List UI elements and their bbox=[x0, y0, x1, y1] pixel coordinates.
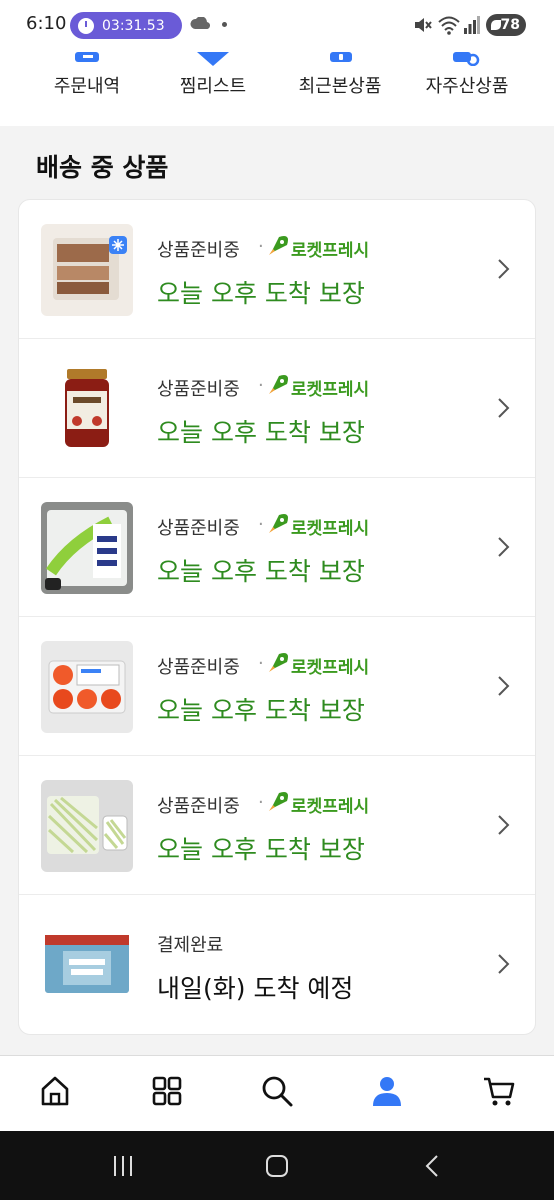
delivery-item-row[interactable]: 상품준비중 · 로켓프레시 오늘 오후 도착 보장 bbox=[19, 339, 535, 478]
system-nav-bar bbox=[0, 1131, 554, 1200]
notification-dot-icon bbox=[222, 22, 227, 27]
my-page-icon[interactable] bbox=[370, 1074, 404, 1108]
protein-bar-image bbox=[53, 236, 127, 300]
rocket-fresh-badge: 로켓프레시 bbox=[291, 658, 370, 678]
tofu-pack-image bbox=[45, 510, 127, 590]
section-title: 배송 중 상품 bbox=[36, 153, 169, 182]
quick-menu-label: 최근본상품 bbox=[298, 76, 382, 97]
product-thumbnail bbox=[41, 919, 133, 1011]
receipt-icon bbox=[75, 52, 99, 62]
quick-menu-label: 주문내역 bbox=[53, 76, 121, 97]
timer-pill[interactable]: 03:31.53 bbox=[70, 12, 182, 39]
rocket-icon bbox=[269, 792, 288, 811]
status-bar: 6:10 03:31.53 78 bbox=[0, 0, 554, 52]
quick-menu-frequent[interactable]: 자주산상품 bbox=[402, 52, 532, 126]
delivery-item-row[interactable]: 상품준비중 · 로켓프레시 오늘 오후 도착 보장 bbox=[19, 617, 535, 756]
delivery-eta: 오늘 오후 도착 보장 bbox=[157, 696, 365, 725]
separator: · bbox=[258, 653, 264, 674]
rocket-icon bbox=[269, 375, 288, 394]
recent-apps-icon[interactable] bbox=[110, 1153, 136, 1179]
order-status: 상품준비중 bbox=[157, 518, 240, 539]
separator: · bbox=[258, 236, 264, 257]
order-status: 상품준비중 bbox=[157, 657, 240, 678]
chevron-right-icon bbox=[498, 398, 510, 418]
rocket-fresh-badge: 로켓프레시 bbox=[291, 380, 370, 400]
quick-menu-order-history[interactable]: 주문내역 bbox=[22, 52, 152, 126]
cloud-icon bbox=[190, 17, 210, 29]
recent-icon bbox=[330, 52, 352, 62]
cart-icon[interactable] bbox=[482, 1074, 516, 1108]
rocket-fresh-badge: 로켓프레시 bbox=[291, 797, 370, 817]
delivery-item-row[interactable]: 상품준비중 · 로켓프레시 오늘 오후 도착 보장 bbox=[19, 756, 535, 895]
chevron-right-icon bbox=[498, 954, 510, 974]
quick-menu-recent[interactable]: 최근본상품 bbox=[275, 52, 405, 126]
category-grid-icon[interactable] bbox=[150, 1074, 184, 1108]
quick-menu-label: 자주산상품 bbox=[425, 76, 509, 97]
delivery-list-card: 상품준비중 · 로켓프레시 오늘 오후 도착 보장 상품준비중 · 로켓프레시 … bbox=[18, 199, 536, 1035]
order-status: 상품준비중 bbox=[157, 240, 240, 261]
product-thumbnail bbox=[41, 502, 133, 594]
chevron-right-icon bbox=[498, 676, 510, 696]
heart-icon bbox=[197, 52, 229, 66]
separator: · bbox=[258, 375, 264, 396]
rocket-icon bbox=[269, 514, 288, 533]
rocket-icon bbox=[269, 653, 288, 672]
chevron-right-icon bbox=[498, 815, 510, 835]
delivery-item-row[interactable]: 상품준비중 · 로켓프레시 오늘 오후 도착 보장 bbox=[19, 200, 535, 339]
delivery-eta: 오늘 오후 도착 보장 bbox=[157, 557, 365, 586]
rocket-icon bbox=[269, 236, 288, 255]
rocket-fresh-badge: 로켓프레시 bbox=[291, 519, 370, 539]
greek-yogurt-image bbox=[45, 935, 129, 993]
status-time: 6:10 bbox=[26, 13, 67, 34]
battery-level: 78 bbox=[500, 17, 520, 33]
delivery-eta: 오늘 오후 도착 보장 bbox=[157, 418, 365, 447]
quick-menu-wishlist[interactable]: 찜리스트 bbox=[148, 52, 278, 126]
chevron-right-icon bbox=[498, 259, 510, 279]
product-thumbnail bbox=[41, 780, 133, 872]
delivery-item-row[interactable]: 결제완료 내일(화) 도착 예정 bbox=[19, 895, 535, 1034]
chevron-right-icon bbox=[498, 537, 510, 557]
delivery-eta: 오늘 오후 도착 보장 bbox=[157, 835, 365, 864]
jam-jar-image bbox=[65, 369, 109, 447]
rocket-fresh-badge: 로켓프레시 bbox=[291, 241, 370, 261]
delivery-item-row[interactable]: 상품준비중 · 로켓프레시 오늘 오후 도착 보장 bbox=[19, 478, 535, 617]
product-thumbnail bbox=[41, 224, 133, 316]
bottom-nav bbox=[0, 1055, 554, 1131]
search-icon[interactable] bbox=[260, 1074, 294, 1108]
home-button-icon[interactable] bbox=[264, 1153, 290, 1179]
repeat-icon bbox=[453, 52, 480, 66]
delivery-eta: 오늘 오후 도착 보장 bbox=[157, 279, 365, 308]
wifi-icon bbox=[438, 16, 460, 35]
tomato-tray-image bbox=[48, 660, 126, 714]
order-status: 상품준비중 bbox=[157, 796, 240, 817]
separator: · bbox=[258, 514, 264, 535]
back-icon[interactable] bbox=[420, 1153, 446, 1179]
mute-icon bbox=[415, 18, 432, 32]
shredded-cabbage-image bbox=[47, 796, 128, 854]
order-status: 결제완료 bbox=[157, 935, 224, 956]
delivery-eta: 내일(화) 도착 예정 bbox=[157, 974, 354, 1003]
quick-menu: 주문내역 찜리스트 최근본상품 자주산상품 bbox=[0, 52, 554, 126]
battery-indicator: 78 bbox=[486, 14, 526, 36]
stopwatch-icon bbox=[78, 17, 94, 34]
signal-icon bbox=[464, 16, 480, 34]
separator: · bbox=[258, 792, 264, 813]
product-thumbnail bbox=[41, 641, 133, 733]
timer-value: 03:31.53 bbox=[102, 17, 165, 34]
quick-menu-label: 찜리스트 bbox=[179, 76, 247, 97]
home-icon[interactable] bbox=[38, 1074, 72, 1108]
order-status: 상품준비중 bbox=[157, 379, 240, 400]
product-thumbnail bbox=[41, 363, 133, 455]
